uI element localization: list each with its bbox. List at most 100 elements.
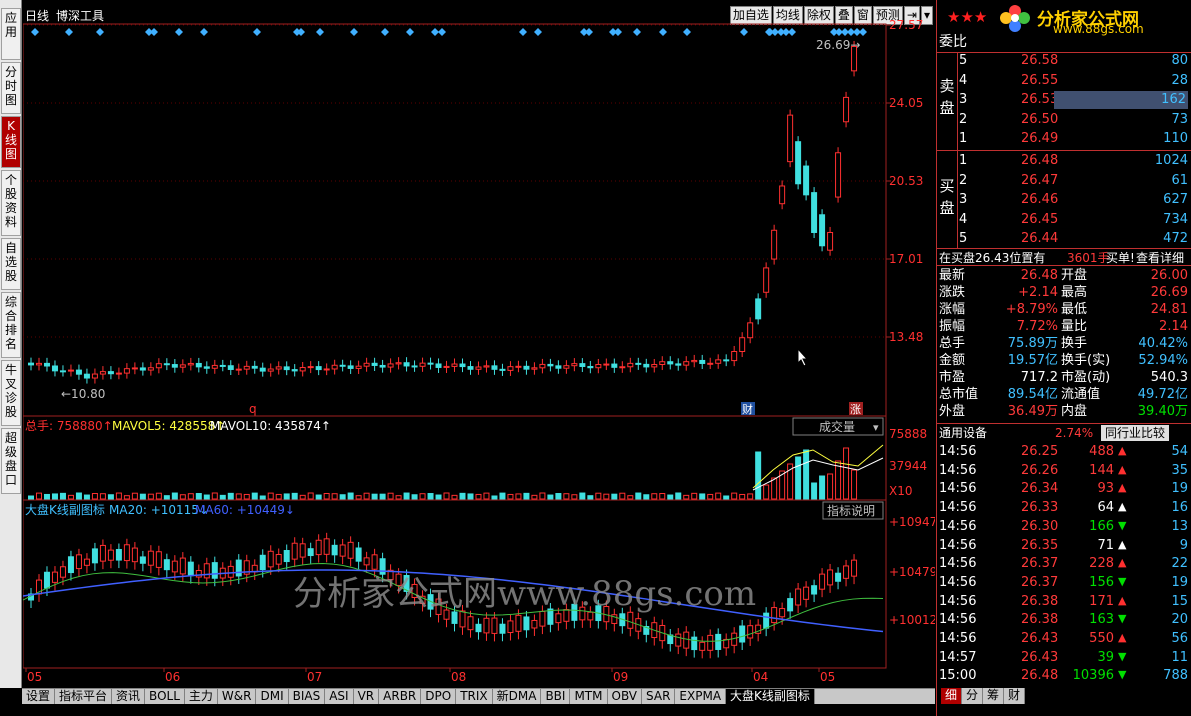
kline-chart[interactable]: 27.57 24.05 20.53 17.01 13.48 26.69→ ←10.80 q 财 涨… (23, 0, 935, 688)
tick-price: 26.48 (1021, 668, 1059, 684)
buy-price: 26.48 (1021, 153, 1059, 168)
index-candle (467, 616, 474, 631)
index-candle (91, 548, 98, 564)
index-candle (483, 617, 490, 634)
price-tick: 24.05 (889, 96, 923, 110)
tick-price: 26.37 (1021, 574, 1059, 590)
arrow-down-icon: ▼ (1118, 612, 1127, 626)
indicator-tab-5[interactable]: W&R (218, 689, 257, 704)
left-tab-5[interactable]: 综合排名 (1, 292, 21, 358)
indicator-tab-19[interactable]: 大盘K线副图标 (726, 689, 815, 704)
index-candle (803, 586, 810, 600)
left-tab-1[interactable]: 分时图 (1, 62, 21, 114)
volume-bar (827, 473, 834, 500)
volume-bar (139, 493, 146, 500)
tick-count: 35 (1171, 462, 1188, 478)
stat-value: 36.49万 (1007, 404, 1058, 419)
volume-type-button: 成交量 (819, 419, 855, 434)
candle (355, 365, 362, 369)
left-tab-6[interactable]: 牛叉诊股 (1, 360, 21, 426)
left-tab-3[interactable]: 个股资料 (1, 170, 21, 236)
candle (395, 362, 402, 365)
candle (675, 363, 682, 366)
volume-bar (507, 493, 514, 500)
indicator-tab-7[interactable]: BIAS (289, 689, 326, 704)
indicator-tab-0[interactable]: 设置 (22, 689, 56, 704)
candle (563, 365, 570, 369)
tick-count: 16 (1171, 500, 1188, 516)
left-tab-7[interactable]: 超级盘口 (1, 428, 21, 494)
candle (467, 366, 474, 370)
price-tick: 13.48 (889, 330, 923, 344)
tick-count: 20 (1171, 612, 1188, 628)
volume-bar (763, 484, 770, 500)
buy-volume: 61 (1171, 172, 1188, 188)
candle (131, 367, 138, 370)
volume-bar (299, 494, 306, 500)
tick-row: 14:56 26.25 488 54 (937, 443, 1191, 461)
index-candle (75, 554, 82, 570)
indicator-tab-13[interactable]: 新DMA (493, 689, 542, 704)
indicator-tab-11[interactable]: DPO (421, 689, 457, 704)
index-candle (267, 550, 274, 568)
panel-tab-2[interactable]: 筹 (983, 688, 1005, 704)
tick-price: 26.26 (1021, 462, 1059, 478)
volume-bar (451, 494, 458, 500)
index-tick: +10479 (889, 565, 935, 579)
volume-bar (683, 494, 690, 500)
index-candle (115, 548, 122, 561)
sell-row: 1 26.49 110 (937, 130, 1191, 148)
panel-tab-0[interactable]: 细 (941, 688, 963, 704)
volume-bar (435, 494, 442, 500)
index-candle (747, 625, 754, 639)
price-pane (23, 23, 887, 417)
tick-count: 788 (1163, 668, 1188, 684)
sell-row: 3 26.53 162 (937, 91, 1191, 109)
indicator-tab-2[interactable]: 资讯 (112, 689, 146, 704)
indicator-tab-17[interactable]: SAR (642, 689, 676, 704)
candle (827, 231, 834, 251)
candle (539, 363, 546, 369)
indicator-tab-4[interactable]: 主力 (185, 689, 218, 704)
panel-tab-3[interactable]: 财 (1004, 688, 1026, 704)
bar-info-buy[interactable]: 买单! (1106, 249, 1135, 267)
indicator-tab-18[interactable]: EXPMA (675, 689, 727, 704)
bar-info: 在买盘26.43位置有 3601手 买单! 查看详细 (937, 248, 1191, 266)
weibi-label: 委比 (939, 34, 967, 50)
left-tab-4[interactable]: 自选股 (1, 238, 21, 290)
signal-diamond-icon (96, 28, 104, 36)
indicator-tab-10[interactable]: ARBR (379, 689, 422, 704)
tick-volume: 144 (1089, 462, 1114, 478)
volume-bar (307, 492, 314, 500)
indicator-tab-12[interactable]: TRIX (456, 689, 493, 704)
tick-row: 14:56 26.38 163 20 (937, 611, 1191, 629)
compare-button[interactable]: 同行业比较 (1101, 425, 1170, 441)
index-candle (843, 565, 850, 579)
signal-diamond-icon (788, 28, 796, 36)
signal-diamond-icon (659, 28, 667, 36)
arrow-up-icon: ▲ (1118, 444, 1127, 457)
buy-volume: 627 (1163, 192, 1188, 207)
indicator-tab-15[interactable]: MTM (570, 689, 608, 704)
sector-name[interactable]: 通用设备 (939, 424, 987, 442)
index-candle (675, 633, 682, 647)
candle (227, 365, 234, 370)
panel-tab-1[interactable]: 分 (962, 688, 984, 704)
index-candle (627, 611, 634, 629)
volume-bar (499, 492, 506, 500)
volume-bar (363, 492, 370, 500)
indicator-tab-16[interactable]: OBV (608, 689, 643, 704)
left-tab-0[interactable]: 应用 (1, 8, 21, 60)
bar-info-detail[interactable]: 查看详细 (1136, 249, 1184, 267)
index-candle (59, 566, 66, 578)
signal-diamond-icon (31, 28, 39, 36)
indicator-tab-14[interactable]: BBI (541, 689, 571, 704)
indicator-tab-1[interactable]: 指标平台 (55, 689, 113, 704)
left-tab-2[interactable]: K线图 (1, 116, 21, 168)
volume-bar (771, 477, 778, 500)
indicator-tab-3[interactable]: BOLL (145, 689, 185, 704)
indicator-tab-6[interactable]: DMI (256, 689, 289, 704)
indicator-tab-8[interactable]: ASI (325, 689, 354, 704)
volume-bar (267, 492, 274, 500)
indicator-tab-9[interactable]: VR (354, 689, 380, 704)
